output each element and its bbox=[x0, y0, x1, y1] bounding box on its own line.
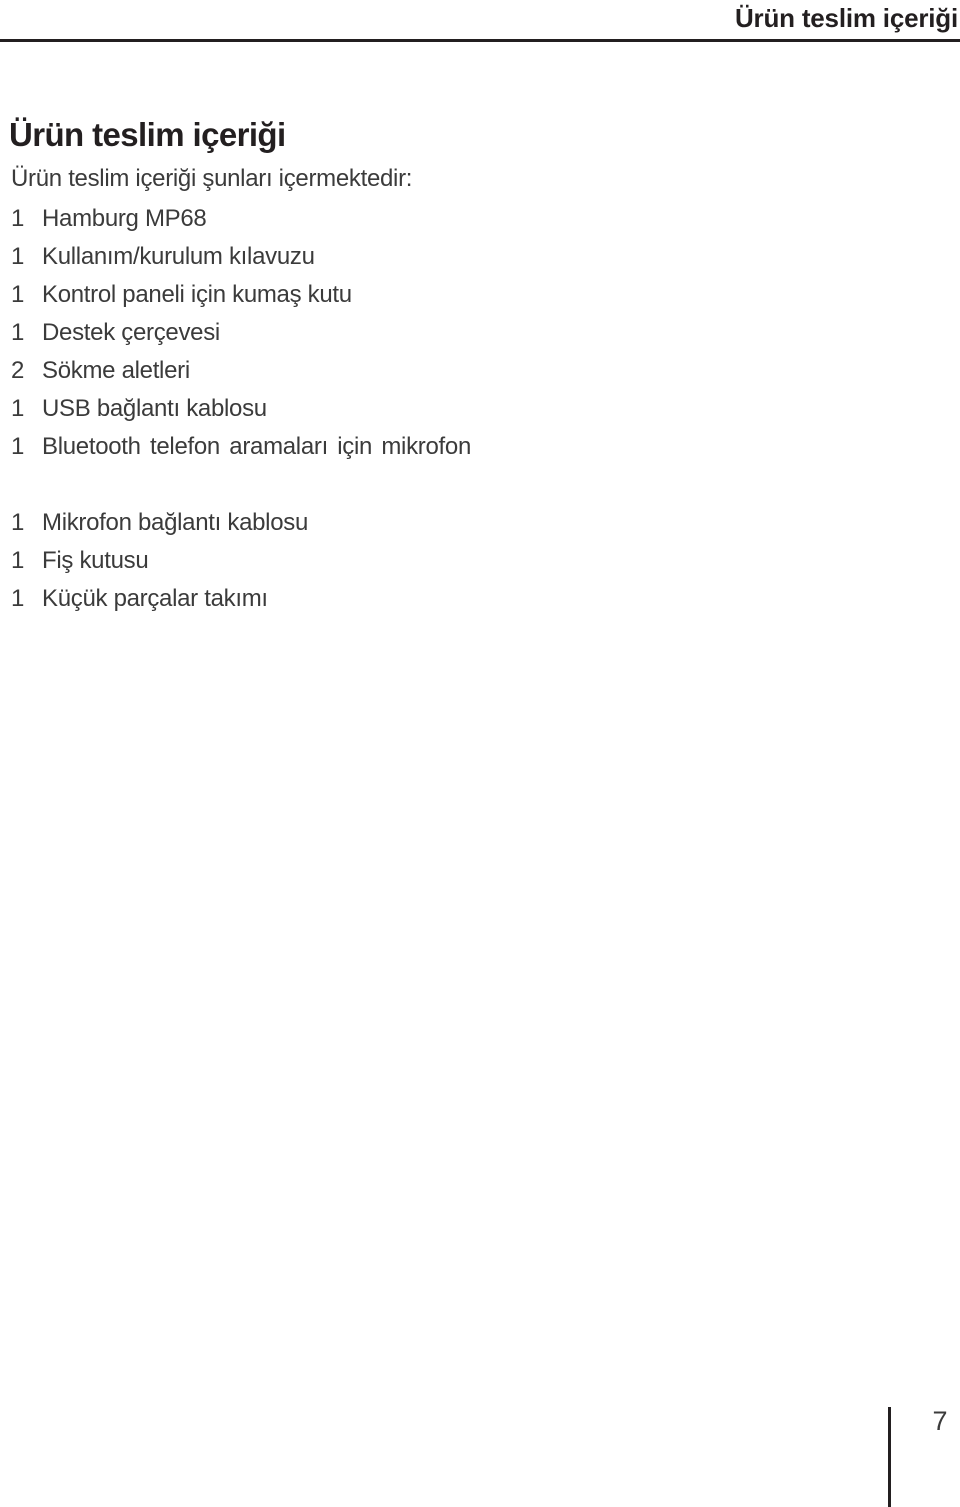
list-item-quantity: 1 bbox=[11, 281, 25, 308]
list-item-label: USB bağlantı kablosu bbox=[42, 395, 267, 422]
list-item-quantity: 1 bbox=[11, 547, 25, 574]
list-item: 1 Fiş kutusu bbox=[11, 542, 471, 580]
list-item-quantity: 1 bbox=[11, 433, 25, 460]
list-item-label: Kullanım/kurulum kılavuzu bbox=[42, 243, 315, 270]
content-block: Ürün teslim içeriği şunları içermektedir… bbox=[11, 160, 471, 618]
list-item-label: Hamburg MP68 bbox=[42, 205, 207, 232]
document-page: Ürün teslim içeriği Ürün teslim içeriği … bbox=[0, 0, 960, 1507]
list-item-label: Kontrol paneli için kumaş kutu bbox=[42, 281, 352, 308]
page-title: Ürün teslim içeriği bbox=[9, 116, 286, 154]
intro-paragraph: Ürün teslim içeriği şunları içermektedir… bbox=[11, 165, 413, 192]
header-divider-rule bbox=[0, 39, 960, 42]
list-item-quantity: 2 bbox=[11, 357, 25, 384]
list-item: 2 Sökme aletleri bbox=[11, 352, 471, 390]
delivery-contents-list: 1 Hamburg MP68 1 Kullanım/kurulum kılavuzu 1… bbox=[11, 200, 471, 618]
list-item-quantity: 1 bbox=[11, 585, 25, 612]
list-item: 1 Küçük parçalar takımı bbox=[11, 580, 471, 618]
list-item: 1 Kullanım/kurulum kılavuzu bbox=[11, 238, 471, 276]
list-item-quantity: 1 bbox=[11, 205, 25, 232]
page-number: 7 bbox=[932, 1406, 948, 1436]
list-item: 1 USB bağlantı kablosu bbox=[11, 390, 471, 428]
list-item-quantity: 1 bbox=[11, 319, 25, 346]
list-item-label: Bluetooth telefon aramaları için mikrofo… bbox=[42, 433, 471, 460]
list-item-label: Fiş kutusu bbox=[42, 547, 149, 574]
list-item: 1 Mikrofon bağlantı kablosu bbox=[11, 504, 471, 542]
list-item-quantity: 1 bbox=[11, 395, 25, 422]
list-item-label: Sökme aletleri bbox=[42, 357, 190, 384]
running-header-title: Ürün teslim içeriği bbox=[734, 3, 958, 33]
list-item: 1 Destek çerçevesi bbox=[11, 314, 471, 352]
list-item-quantity: 1 bbox=[11, 243, 25, 270]
list-item: 1 Bluetooth telefon aramaları için mikrof… bbox=[11, 428, 471, 504]
list-item: 1 Hamburg MP68 bbox=[11, 200, 471, 238]
footer-divider-rule bbox=[888, 1407, 891, 1507]
list-item-label: Mikrofon bağlantı kablosu bbox=[42, 509, 308, 536]
list-item-label: Küçük parçalar takımı bbox=[42, 585, 268, 612]
list-item-label: Destek çerçevesi bbox=[42, 319, 220, 346]
list-item: 1 Kontrol paneli için kumaş kutu bbox=[11, 276, 471, 314]
list-item-quantity: 1 bbox=[11, 509, 25, 536]
